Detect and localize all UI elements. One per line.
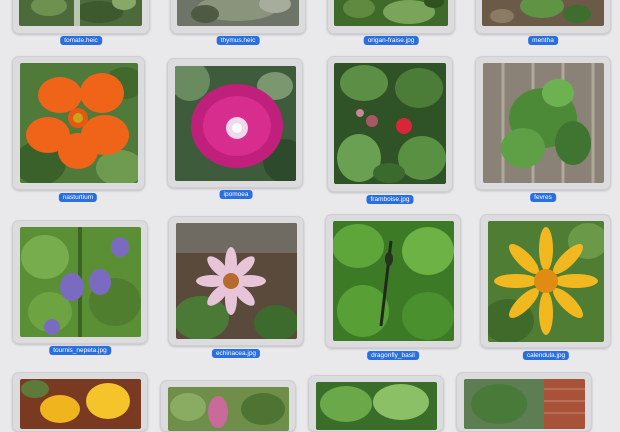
photo-grid: tomate.heic thymus.heic origan-fraise.jp… (0, 0, 620, 432)
file-name[interactable]: origan-fraise.jpg (363, 36, 419, 45)
file-name[interactable]: tomate.heic (60, 36, 102, 45)
plant-by-brick-wall-photo (464, 379, 585, 429)
purple-nepeta-photo (20, 227, 141, 337)
orange-nasturtium-photo (20, 63, 138, 183)
oregano-photo (334, 0, 448, 26)
pink-echinacea-photo (176, 223, 297, 339)
magenta-morning-glory-photo (175, 66, 296, 181)
file-name[interactable]: nasturtium (58, 193, 98, 202)
yellow-calendula-photo (488, 221, 604, 342)
file-name[interactable]: calendula.jpg (522, 351, 570, 360)
yellow-lily-photo (20, 379, 141, 429)
file-name[interactable]: thymus.heic (216, 36, 260, 45)
plant-foliage-photo (19, 0, 142, 26)
pink-flower-photo (168, 387, 289, 431)
file-name[interactable]: fevres (530, 193, 556, 202)
mint-photo (482, 0, 604, 26)
file-name[interactable]: ipomoea (219, 190, 253, 199)
file-name[interactable]: dragonfly_basil (367, 351, 419, 360)
thyme-photo (177, 0, 299, 26)
file-name[interactable]: tournis_nepeta.jpg (49, 346, 111, 355)
dragonfly-on-basil-photo (333, 221, 454, 341)
green-leaves-photo (316, 382, 437, 430)
file-name[interactable]: mentha (528, 36, 558, 45)
file-name[interactable]: framboise.jpg (366, 195, 414, 204)
raspberry-plant-photo (334, 63, 446, 184)
bean-plant-photo (483, 63, 604, 183)
file-name[interactable]: echinacea.jpg (211, 349, 261, 358)
